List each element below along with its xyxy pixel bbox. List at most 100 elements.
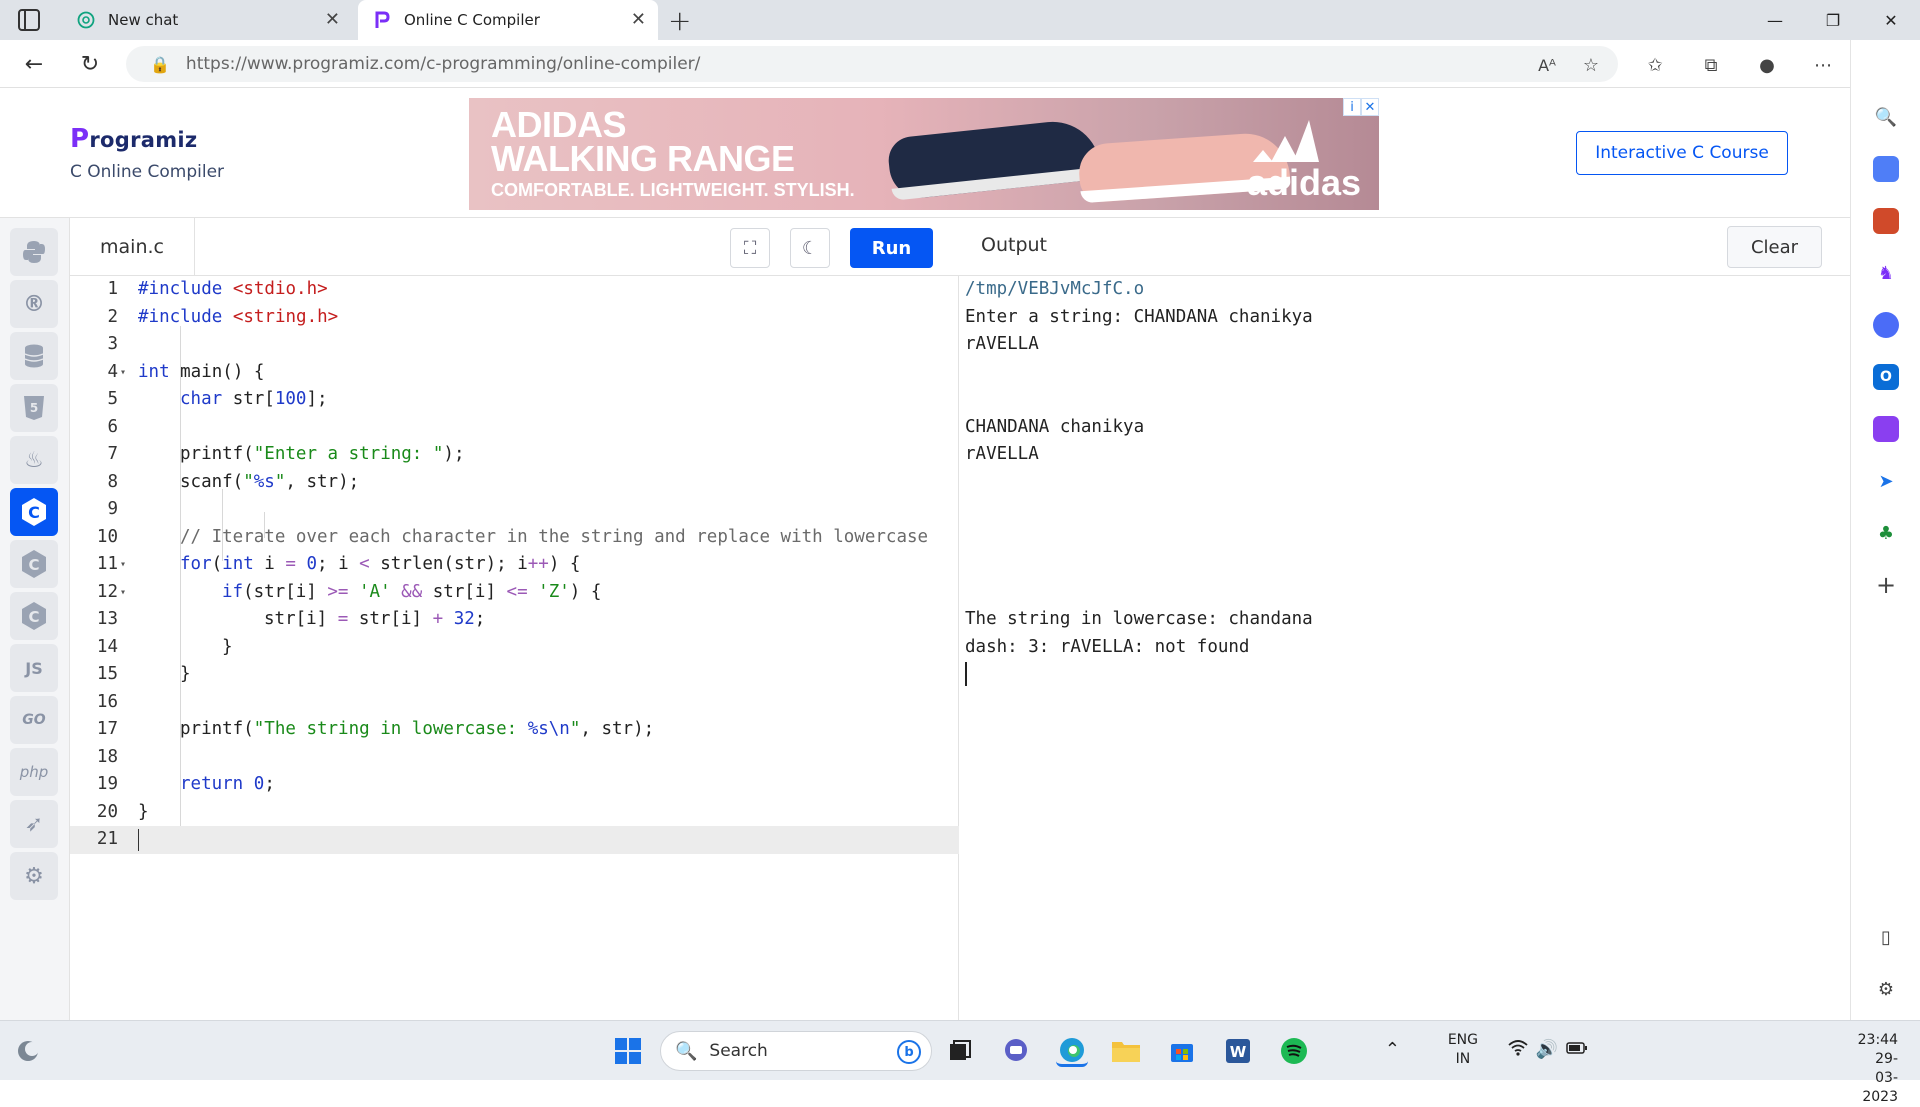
restore-icon[interactable]: ❐ xyxy=(1804,0,1862,40)
send-icon[interactable]: ➤ xyxy=(1873,468,1899,494)
page-subtitle: C Online Compiler xyxy=(70,162,225,182)
token: ( xyxy=(211,554,223,574)
search-icon: 🔍 xyxy=(675,1040,698,1062)
collections-icon[interactable]: ⧉ xyxy=(1698,52,1724,78)
outlook-icon[interactable]: O xyxy=(1873,364,1899,390)
search-icon[interactable]: 🔍 xyxy=(1873,104,1899,130)
task-view-icon[interactable] xyxy=(944,1035,976,1067)
favorites-icon[interactable]: ✩ xyxy=(1642,52,1668,78)
output-console[interactable]: /tmp/VEBJvMcJfC.o Enter a string: CHANDA… xyxy=(959,276,1850,1020)
swift-icon[interactable]: ➶ xyxy=(10,800,58,848)
wifi-icon[interactable] xyxy=(1508,1039,1528,1062)
code-line: 18 xyxy=(70,744,959,772)
code-line: 11 ▾ for(int i = 0; i < strlen(str); i++) … xyxy=(70,551,959,579)
token: char xyxy=(180,389,223,409)
read-aloud-icon[interactable]: Aᴬ xyxy=(1534,52,1560,78)
fold-arrow-icon[interactable]: ▾ xyxy=(120,579,126,607)
refresh-icon[interactable]: ↻ xyxy=(74,48,106,80)
code-line: 6 xyxy=(70,414,959,442)
code-editor[interactable]: 1 #include <stdio.h> 2 #include <string.h>… xyxy=(70,276,959,1020)
code-line: 7 printf("Enter a string: "); xyxy=(70,441,959,469)
token: ; xyxy=(474,609,486,629)
interactive-course-button[interactable]: Interactive C Course xyxy=(1576,131,1788,175)
url-input[interactable]: 🔒 https://www.programiz.com/c-programmin… xyxy=(126,46,1618,82)
weather-icon[interactable] xyxy=(12,1035,44,1067)
code-line: 5 char str[100]; xyxy=(70,386,959,414)
line-number: 9 xyxy=(107,499,118,519)
more-menu-icon[interactable]: ⋯ xyxy=(1810,52,1836,78)
shopping-icon[interactable] xyxy=(1873,156,1899,182)
add-sidebar-app-icon[interactable]: + xyxy=(1873,571,1899,599)
sidebar-layout-icon[interactable]: ▯ xyxy=(1873,924,1899,950)
close-tab-icon[interactable]: ✕ xyxy=(631,9,646,30)
windows-start-icon[interactable] xyxy=(612,1035,644,1067)
chevron-up-icon[interactable]: ⌃ xyxy=(1385,1039,1400,1060)
tools-icon[interactable] xyxy=(1873,208,1899,234)
new-tab-button[interactable]: + xyxy=(668,4,691,37)
fullscreen-icon[interactable]: ⛶ xyxy=(730,228,770,268)
line-number: 21 xyxy=(96,829,118,849)
javascript-icon[interactable]: JS xyxy=(10,644,58,692)
fold-arrow-icon[interactable]: ▾ xyxy=(120,551,126,579)
settings-icon[interactable]: ⚙ xyxy=(1873,976,1899,1002)
code-line: 12 ▾ if(str[i] >= 'A' && str[i] <= 'Z') { xyxy=(70,579,959,607)
svg-text:W: W xyxy=(1230,1043,1247,1061)
c-language-icon[interactable]: C xyxy=(10,488,58,536)
file-tab-main-c[interactable]: main.c xyxy=(70,218,195,276)
python-icon[interactable] xyxy=(10,228,58,276)
code-line: 2 #include <string.h> xyxy=(70,304,959,332)
input-language[interactable]: ENG IN xyxy=(1448,1031,1478,1069)
battery-icon[interactable] xyxy=(1566,1039,1588,1060)
programiz-logo[interactable]: Programiz xyxy=(70,124,197,154)
tab-online-c-compiler[interactable]: Online C Compiler ✕ xyxy=(358,0,658,40)
volume-icon[interactable]: 🔊 xyxy=(1536,1039,1558,1060)
token: ]; xyxy=(306,389,328,409)
ad-close-icon[interactable]: ✕ xyxy=(1361,98,1379,116)
run-button[interactable]: Run xyxy=(850,228,933,268)
add-favorite-icon[interactable]: ☆ xyxy=(1578,52,1604,78)
line-number: 18 xyxy=(96,746,118,767)
profile-icon[interactable]: ● xyxy=(1754,52,1780,78)
designer-icon[interactable] xyxy=(1873,416,1899,442)
file-explorer-icon[interactable] xyxy=(1110,1035,1142,1067)
tab-new-chat[interactable]: New chat ✕ xyxy=(62,0,352,40)
token: printf( xyxy=(180,719,254,739)
dark-mode-icon[interactable]: ☾ xyxy=(790,228,830,268)
microsoft365-icon[interactable] xyxy=(1873,312,1899,338)
token: 0 xyxy=(306,554,318,574)
token: 'A' xyxy=(359,581,391,602)
csharp-icon[interactable]: C xyxy=(10,540,58,588)
tab-actions-icon[interactable] xyxy=(18,9,40,31)
edge-browser-icon[interactable] xyxy=(1056,1035,1088,1067)
chatgpt-icon xyxy=(76,10,96,30)
go-icon[interactable]: GO xyxy=(10,696,58,744)
token: %s\n xyxy=(527,719,570,739)
word-icon[interactable]: W xyxy=(1222,1035,1254,1067)
taskbar-search[interactable]: 🔍 Search b xyxy=(660,1031,932,1071)
close-tab-icon[interactable]: ✕ xyxy=(325,9,340,30)
cpp-icon[interactable]: C xyxy=(10,592,58,640)
teams-chat-icon[interactable] xyxy=(1000,1035,1032,1067)
microsoft-store-icon[interactable] xyxy=(1166,1035,1198,1067)
advertisement-banner[interactable]: ADIDAS WALKING RANGE COMFORTABLE. LIGHTWE… xyxy=(469,98,1379,210)
r-language-icon[interactable]: ® xyxy=(10,280,58,328)
php-icon[interactable]: php xyxy=(10,748,58,796)
sql-database-icon[interactable] xyxy=(10,332,58,380)
token: #include xyxy=(138,306,233,327)
bing-icon[interactable]: b xyxy=(897,1040,921,1064)
rust-icon[interactable]: ⚙ xyxy=(10,852,58,900)
clear-button[interactable]: Clear xyxy=(1727,226,1822,268)
java-icon[interactable]: ♨ xyxy=(10,436,58,484)
ad-info-icon[interactable]: i xyxy=(1343,98,1361,116)
spotify-icon[interactable] xyxy=(1278,1035,1310,1067)
back-icon[interactable]: ← xyxy=(18,48,50,80)
close-window-icon[interactable]: ✕ xyxy=(1862,0,1920,40)
clock[interactable]: 23:44 29-03-2023 xyxy=(1858,1031,1898,1107)
output-title: Output xyxy=(981,234,1047,256)
browser-tab-bar: New chat ✕ Online C Compiler ✕ + — ❐ ✕ xyxy=(0,0,1920,40)
minimize-icon[interactable]: — xyxy=(1746,0,1804,40)
html-icon[interactable]: 5 xyxy=(10,384,58,432)
tree-icon[interactable]: ♣ xyxy=(1873,520,1899,546)
fold-arrow-icon[interactable]: ▾ xyxy=(120,359,126,387)
games-icon[interactable]: ♞ xyxy=(1873,260,1899,286)
